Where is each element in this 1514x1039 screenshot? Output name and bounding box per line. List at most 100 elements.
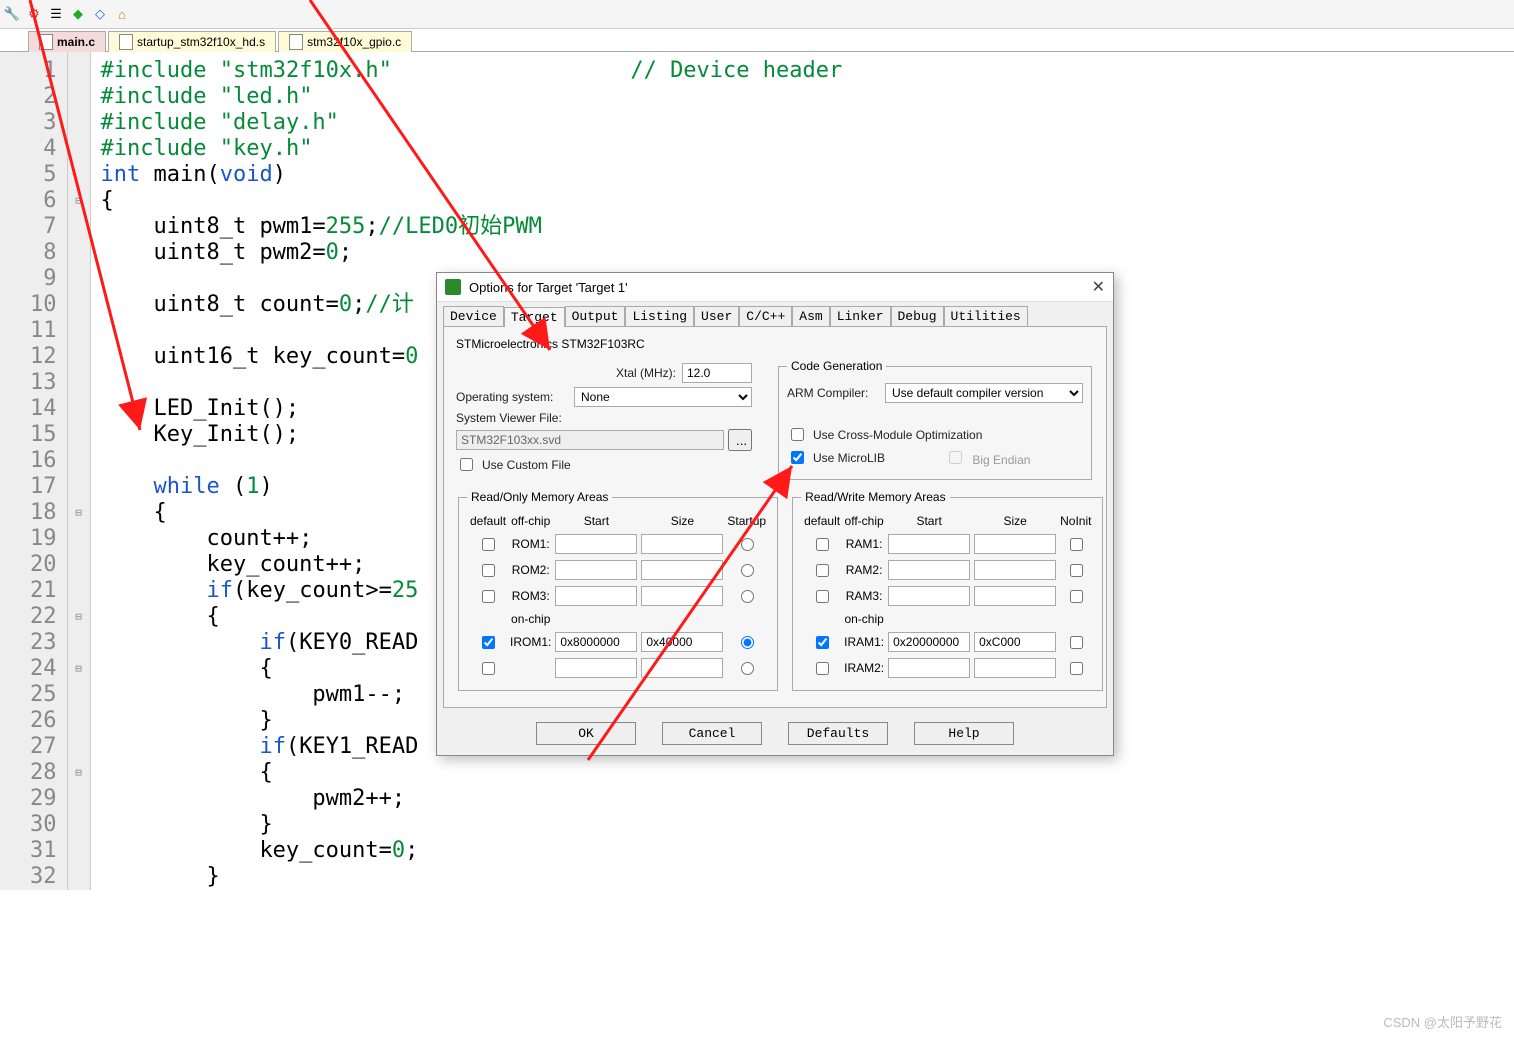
irom1-size[interactable] [641, 632, 723, 652]
ram3-default[interactable] [816, 590, 829, 603]
iram1-start[interactable] [888, 632, 970, 652]
cross-checkbox[interactable] [791, 428, 804, 441]
ram3-start[interactable] [888, 586, 970, 606]
arm-compiler-select[interactable]: Use default compiler version [885, 383, 1083, 403]
arm-label: ARM Compiler: [787, 386, 877, 400]
rom2-size[interactable] [641, 560, 723, 580]
dialog-tab-device[interactable]: Device [443, 306, 504, 326]
tab-startup[interactable]: startup_stm32f10x_hd.s [108, 31, 276, 52]
tab-label: startup_stm32f10x_hd.s [137, 35, 265, 49]
iram2-size[interactable] [974, 658, 1056, 678]
dialog-tab-listing[interactable]: Listing [625, 306, 694, 326]
dialog-titlebar[interactable]: Options for Target 'Target 1' ✕ [437, 273, 1113, 302]
irom2-startup[interactable] [741, 662, 754, 675]
rom1-startup[interactable] [741, 538, 754, 551]
xtal-input[interactable] [682, 363, 752, 383]
iram2-default[interactable] [816, 662, 829, 675]
iram1-default[interactable] [816, 636, 829, 649]
dialog-tab-utilities[interactable]: Utilities [944, 306, 1028, 326]
svf-browse-button[interactable]: ... [728, 429, 752, 451]
iram1-size[interactable] [974, 632, 1056, 652]
rom3-size[interactable] [641, 586, 723, 606]
tab-main-c[interactable]: main.c [28, 31, 106, 52]
rw-table: defaultoff-chipStartSizeNoInit RAM1: RAM… [801, 510, 1094, 682]
ram2-size[interactable] [974, 560, 1056, 580]
ram1-start[interactable] [888, 534, 970, 554]
tab-label: stm32f10x_gpio.c [307, 35, 401, 49]
line-numbers: 1234567891011121314151617181920212223242… [0, 52, 68, 890]
microlib-checkbox[interactable] [791, 451, 804, 464]
toolbar-wand-icon[interactable]: 🔧 [4, 6, 20, 22]
ram1-noinit[interactable] [1070, 538, 1083, 551]
irom1-default[interactable] [482, 636, 495, 649]
close-icon[interactable]: ✕ [1092, 277, 1105, 297]
ok-button[interactable]: OK [536, 722, 636, 745]
defaults-button[interactable]: Defaults [788, 722, 888, 745]
dialog-tab-debug[interactable]: Debug [891, 306, 944, 326]
toolbar-home-icon[interactable]: ⌂ [114, 6, 130, 22]
ram1-default[interactable] [816, 538, 829, 551]
dialog-buttons: OK Cancel Defaults Help [437, 714, 1113, 755]
readwrite-memory-group: Read/Write Memory Areas defaultoff-chipS… [792, 490, 1103, 691]
irom2-size[interactable] [641, 658, 723, 678]
rom3-startup[interactable] [741, 590, 754, 603]
toolbar-green-diamond-icon[interactable]: ◆ [70, 6, 86, 22]
toolbar-blue-diamond-icon[interactable]: ◇ [92, 6, 108, 22]
options-dialog: Options for Target 'Target 1' ✕ DeviceTa… [436, 272, 1114, 756]
iram1-noinit[interactable] [1070, 636, 1083, 649]
toolbar-nodes-icon[interactable]: ⚙ [26, 6, 42, 22]
use-custom-checkbox[interactable] [460, 458, 473, 471]
irom2-start[interactable] [555, 658, 637, 678]
dialog-tab-user[interactable]: User [694, 306, 739, 326]
dialog-title: Options for Target 'Target 1' [469, 280, 628, 295]
file-icon [119, 34, 133, 50]
help-button[interactable]: Help [914, 722, 1014, 745]
rw-legend: Read/Write Memory Areas [801, 490, 950, 504]
svf-label: System Viewer File: [456, 411, 562, 425]
rom1-default[interactable] [482, 538, 495, 551]
dialog-tabs: DeviceTargetOutputListingUserC/C++AsmLin… [437, 302, 1113, 326]
ro-legend: Read/Only Memory Areas [467, 490, 612, 504]
fold-marks: ⊟⊟⊟⊟⊟ [68, 52, 91, 890]
os-select[interactable]: None [574, 387, 752, 407]
irom1-start[interactable] [555, 632, 637, 652]
ram2-default[interactable] [816, 564, 829, 577]
rom3-start[interactable] [555, 586, 637, 606]
ram2-start[interactable] [888, 560, 970, 580]
toolbar-stack-icon[interactable]: ☰ [48, 6, 64, 22]
ram3-noinit[interactable] [1070, 590, 1083, 603]
rom2-startup[interactable] [741, 564, 754, 577]
dialog-tab-linker[interactable]: Linker [830, 306, 891, 326]
irom2-default[interactable] [482, 662, 495, 675]
dialog-app-icon [445, 279, 461, 295]
use-custom-label: Use Custom File [482, 458, 571, 472]
microlib-label: Use MicroLIB [813, 451, 885, 465]
rom1-start[interactable] [555, 534, 637, 554]
cross-label: Use Cross-Module Optimization [813, 428, 982, 442]
dialog-tab-target[interactable]: Target [504, 307, 565, 327]
dialog-tab-cc[interactable]: C/C++ [739, 306, 792, 326]
mcu-label: STMicroelectronics STM32F103RC [456, 337, 1094, 351]
svf-input [456, 430, 724, 450]
rom3-default[interactable] [482, 590, 495, 603]
ro-table: defaultoff-chipStartSizeStartup ROM1: RO… [467, 510, 769, 682]
file-tabs: main.c startup_stm32f10x_hd.s stm32f10x_… [0, 29, 1514, 52]
dialog-tab-asm[interactable]: Asm [792, 306, 829, 326]
iram2-start[interactable] [888, 658, 970, 678]
file-icon [39, 34, 53, 50]
cancel-button[interactable]: Cancel [662, 722, 762, 745]
tab-gpio[interactable]: stm32f10x_gpio.c [278, 31, 412, 52]
rom1-size[interactable] [641, 534, 723, 554]
bigendian-checkbox [949, 451, 962, 464]
rom2-default[interactable] [482, 564, 495, 577]
codegen-group: Code Generation ARM Compiler: Use defaul… [778, 359, 1092, 480]
dialog-tab-output[interactable]: Output [565, 306, 626, 326]
ram2-noinit[interactable] [1070, 564, 1083, 577]
iram2-noinit[interactable] [1070, 662, 1083, 675]
rom2-start[interactable] [555, 560, 637, 580]
tab-label: main.c [57, 35, 95, 49]
readonly-memory-group: Read/Only Memory Areas defaultoff-chipSt… [458, 490, 778, 691]
ram3-size[interactable] [974, 586, 1056, 606]
ram1-size[interactable] [974, 534, 1056, 554]
irom1-startup[interactable] [741, 636, 754, 649]
